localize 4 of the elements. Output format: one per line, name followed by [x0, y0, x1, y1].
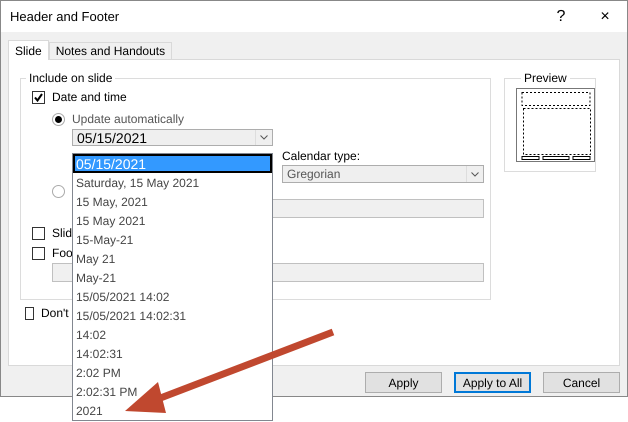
window-title: Header and Footer: [10, 9, 120, 24]
field-label: Calendar type:: [282, 149, 362, 163]
group-label: Include on slide: [28, 71, 114, 85]
group-label: Preview: [523, 71, 568, 85]
